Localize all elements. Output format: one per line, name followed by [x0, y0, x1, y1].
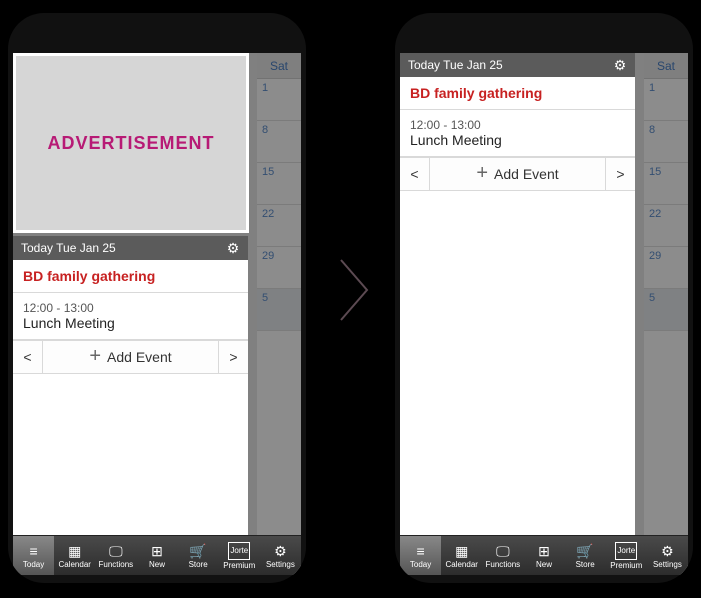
nav-today[interactable]: ≡Today — [400, 536, 441, 575]
calendar-icon: ▦ — [455, 543, 468, 559]
today-bar-label: Today Tue Jan 25 — [21, 241, 116, 255]
nav-store[interactable]: 🛒Store — [565, 536, 606, 575]
calendar-icon: ▦ — [68, 543, 81, 559]
phone-no-ads: Sat 1 8 15 22 29 5 Today Tue Jan 25 ⚙ BD… — [395, 13, 693, 583]
nav-label: Calendar — [58, 560, 90, 569]
nav-label: Today — [410, 560, 431, 569]
premium-icon: Jorte — [228, 542, 250, 560]
nav-settings[interactable]: ⚙Settings — [260, 536, 301, 575]
phone-with-ads: Sat 1 8 15 22 29 5 ADVERTISEMENT Today T… — [8, 13, 306, 583]
allday-event-title: BD family gathering — [410, 85, 542, 101]
bottom-nav: ≡Today ▦Calendar 🖵Functions ⊞New 🛒Store … — [400, 535, 688, 575]
add-event-row: < + Add Event > — [400, 157, 635, 191]
timed-event[interactable]: 12:00 - 13:00 Lunch Meeting — [400, 110, 635, 157]
screen: Sat 1 8 15 22 29 5 ADVERTISEMENT Today T… — [13, 53, 301, 575]
add-event-button[interactable]: + Add Event — [43, 341, 218, 373]
event-title: Lunch Meeting — [410, 132, 625, 148]
cart-icon: 🛒 — [576, 543, 593, 559]
calendar-background: Sat 1 8 15 22 29 5 — [644, 53, 688, 575]
timed-event[interactable]: 12:00 - 13:00 Lunch Meeting — [13, 293, 248, 340]
gear-icon: ⚙ — [274, 543, 287, 559]
next-day-button[interactable]: > — [605, 158, 635, 190]
event-title: Lunch Meeting — [23, 315, 238, 331]
bottom-nav: ≡Today ▦Calendar 🖵Functions ⊞New 🛒Store … — [13, 535, 301, 575]
nav-label: New — [149, 560, 165, 569]
nav-today[interactable]: ≡Today — [13, 536, 54, 575]
allday-event-title: BD family gathering — [23, 268, 155, 284]
allday-event[interactable]: BD family gathering — [400, 77, 635, 110]
calendar-dim-overlay — [644, 53, 688, 575]
today-bar: Today Tue Jan 25 ⚙ — [400, 53, 635, 77]
nav-settings[interactable]: ⚙Settings — [647, 536, 688, 575]
prev-day-button[interactable]: < — [13, 341, 43, 373]
event-time: 12:00 - 13:00 — [410, 118, 625, 132]
nav-calendar[interactable]: ▦Calendar — [441, 536, 482, 575]
nav-calendar[interactable]: ▦Calendar — [54, 536, 95, 575]
calendar-dim-overlay — [257, 53, 301, 575]
nav-label: Store — [189, 560, 208, 569]
nav-label: Functions — [99, 560, 134, 569]
screen: Sat 1 8 15 22 29 5 Today Tue Jan 25 ⚙ BD… — [400, 53, 688, 575]
today-bar: Today Tue Jan 25 ⚙ — [13, 236, 248, 260]
nav-label: Store — [576, 560, 595, 569]
calendar-background: Sat 1 8 15 22 29 5 — [257, 53, 301, 575]
add-event-row: < + Add Event > — [13, 340, 248, 374]
gear-icon[interactable]: ⚙ — [224, 239, 242, 257]
next-day-button[interactable]: > — [218, 341, 248, 373]
menu-icon: ≡ — [416, 543, 424, 559]
nav-premium[interactable]: JortePremium — [219, 536, 260, 575]
nav-label: Calendar — [445, 560, 477, 569]
allday-event[interactable]: BD family gathering — [13, 260, 248, 293]
nav-store[interactable]: 🛒Store — [178, 536, 219, 575]
chevron-right-icon — [337, 258, 371, 322]
event-time: 12:00 - 13:00 — [23, 301, 238, 315]
nav-new[interactable]: ⊞New — [523, 536, 564, 575]
nav-label: Premium — [610, 561, 642, 570]
nav-label: Settings — [266, 560, 295, 569]
plus-icon: + — [476, 162, 488, 185]
nav-functions[interactable]: 🖵Functions — [482, 536, 523, 575]
add-event-label: Add Event — [107, 349, 172, 365]
today-drawer: Today Tue Jan 25 ⚙ BD family gathering 1… — [13, 236, 248, 535]
monitor-icon: 🖵 — [109, 543, 123, 559]
nav-label: Today — [23, 560, 44, 569]
prev-day-button[interactable]: < — [400, 158, 430, 190]
menu-icon: ≡ — [29, 543, 37, 559]
plus-box-icon: ⊞ — [538, 543, 550, 559]
advertisement-label: ADVERTISEMENT — [47, 133, 214, 154]
premium-icon: Jorte — [615, 542, 637, 560]
nav-premium[interactable]: JortePremium — [606, 536, 647, 575]
nav-label: Settings — [653, 560, 682, 569]
advertisement-banner[interactable]: ADVERTISEMENT — [13, 53, 249, 233]
nav-label: Premium — [223, 561, 255, 570]
cart-icon: 🛒 — [189, 543, 206, 559]
plus-box-icon: ⊞ — [151, 543, 163, 559]
nav-label: New — [536, 560, 552, 569]
today-drawer: Today Tue Jan 25 ⚙ BD family gathering 1… — [400, 53, 635, 535]
nav-new[interactable]: ⊞New — [136, 536, 177, 575]
nav-label: Functions — [486, 560, 521, 569]
add-event-button[interactable]: + Add Event — [430, 158, 605, 190]
monitor-icon: 🖵 — [496, 543, 510, 559]
today-bar-label: Today Tue Jan 25 — [408, 58, 503, 72]
nav-functions[interactable]: 🖵Functions — [95, 536, 136, 575]
add-event-label: Add Event — [494, 166, 559, 182]
gear-icon[interactable]: ⚙ — [611, 56, 629, 74]
gear-icon: ⚙ — [661, 543, 674, 559]
plus-icon: + — [89, 345, 101, 368]
